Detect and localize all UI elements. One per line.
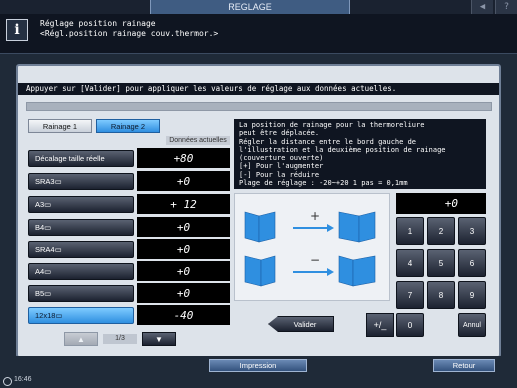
key-1[interactable]: 1	[396, 217, 424, 245]
key-0[interactable]: 0	[396, 313, 424, 337]
page-up-button[interactable]: ▲	[64, 332, 98, 346]
key-9[interactable]: 9	[458, 281, 486, 309]
key-4[interactable]: 4	[396, 249, 424, 277]
row-value: +0	[137, 261, 230, 281]
cancel-button[interactable]: Annul	[458, 313, 486, 337]
help-line: l'illustration et la deuxième position d…	[239, 145, 446, 154]
tab-rainage-2[interactable]: Rainage 2	[96, 119, 160, 133]
column-header-current-data: Données actuelles	[166, 136, 230, 145]
key-8[interactable]: 8	[427, 281, 455, 309]
key-3[interactable]: 3	[458, 217, 486, 245]
window-title: REGLAGE	[150, 0, 350, 14]
page-down-button[interactable]: ▼	[142, 332, 176, 346]
row-value: + 12	[137, 194, 230, 214]
validate-button[interactable]: Valider	[268, 316, 334, 332]
help-line: peut être déplacée.	[239, 129, 320, 138]
value-display: +0	[396, 193, 486, 214]
arrow-right-icon	[327, 268, 334, 276]
header-title: Réglage position rainage	[40, 19, 156, 28]
row-label-a3[interactable]: A3▭	[28, 196, 134, 213]
row-value: +80	[137, 148, 230, 168]
instruction-text: Appuyer sur [Valider] pour appliquer les…	[18, 83, 499, 95]
print-button[interactable]: Impression	[209, 359, 307, 372]
open-book-icon	[244, 211, 276, 243]
help-icon[interactable]: ?	[495, 0, 517, 14]
volume-icon[interactable]: ◀	[471, 0, 493, 14]
status-bar	[26, 102, 492, 111]
row-value: -40	[137, 305, 230, 325]
help-line: [+] Pour l'augmenter	[239, 162, 324, 171]
row-label-12x18[interactable]: 12x18▭	[28, 307, 134, 324]
row-value: +0	[137, 239, 230, 259]
help-line: Plage de réglage : -20~+20 1 pas = 0,1mm	[239, 179, 408, 188]
row-value: +0	[137, 283, 230, 303]
info-icon: i	[6, 19, 28, 41]
row-label-sra4[interactable]: SRA4▭	[28, 241, 134, 258]
page-indicator: 1/3	[103, 334, 137, 344]
help-line: La position de rainage pour la thermorel…	[239, 121, 425, 129]
header-subtitle: <Régl.position rainage couv.thermor.>	[40, 29, 219, 38]
open-book-icon	[338, 211, 376, 243]
row-label-b4[interactable]: B4▭	[28, 219, 134, 236]
crease-illustration: + −	[234, 193, 390, 301]
help-line: (couverture ouverte)	[239, 154, 324, 163]
tab-rainage-1[interactable]: Rainage 1	[28, 119, 92, 133]
minus-symbol: −	[310, 253, 320, 267]
row-label-sra3[interactable]: SRA3▭	[28, 173, 134, 190]
row-value: +0	[137, 171, 230, 191]
open-book-icon	[338, 255, 376, 287]
help-line: Régler la distance entre le bord gauche …	[239, 137, 417, 146]
key-6[interactable]: 6	[458, 249, 486, 277]
clock-icon	[3, 377, 12, 386]
row-label-a4[interactable]: A4▭	[28, 263, 134, 280]
row-label-actual-size-offset[interactable]: Décalage taille réelle	[28, 150, 134, 167]
clock-time: 16:46	[14, 376, 32, 383]
plus-minus-button[interactable]: +/_	[366, 313, 394, 337]
row-value: +0	[137, 217, 230, 237]
key-5[interactable]: 5	[427, 249, 455, 277]
key-7[interactable]: 7	[396, 281, 424, 309]
back-button[interactable]: Retour	[433, 359, 495, 372]
key-2[interactable]: 2	[427, 217, 455, 245]
arrow-right-icon	[327, 224, 334, 232]
crease-illustration-graphic: + −	[244, 209, 376, 287]
help-text: La position de rainage pour la thermorel…	[234, 119, 486, 189]
row-label-b5[interactable]: B5▭	[28, 285, 134, 302]
plus-symbol: +	[310, 209, 320, 223]
open-book-icon	[244, 255, 276, 287]
help-line: [-] Pour la réduire	[239, 170, 320, 179]
